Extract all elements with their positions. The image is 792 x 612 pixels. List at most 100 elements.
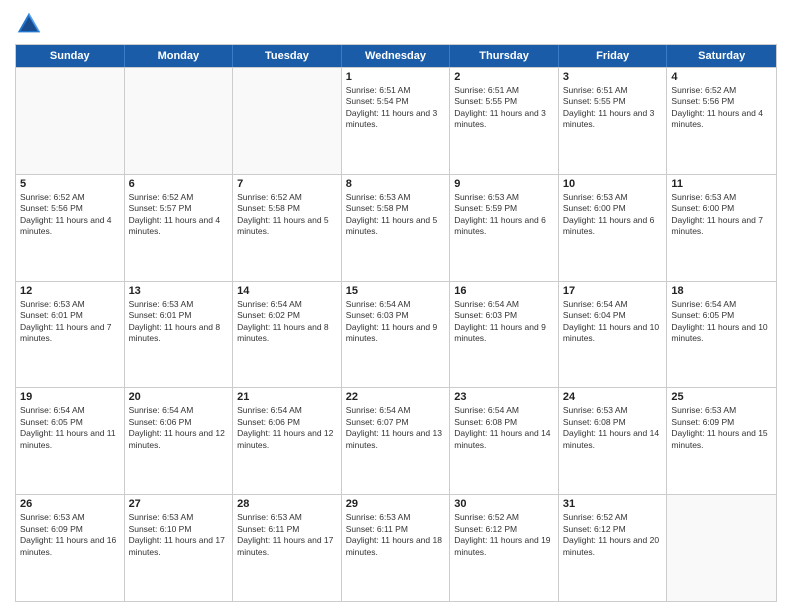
day-cell-28: 28Sunrise: 6:53 AM Sunset: 6:11 PM Dayli… [233, 495, 342, 601]
day-number: 21 [237, 391, 337, 403]
empty-cell [16, 68, 125, 174]
day-number: 17 [563, 285, 663, 297]
day-cell-14: 14 Sunrise: 6:54 AM Sunset: 6:02 PM Dayli… [233, 282, 342, 388]
day-cell-29: 29Sunrise: 6:53 AM Sunset: 6:11 PM Dayli… [342, 495, 451, 601]
day-cell-26: 26Sunrise: 6:53 AM Sunset: 6:09 PM Dayli… [16, 495, 125, 601]
header-day-wednesday: Wednesday [342, 45, 451, 67]
header-day-tuesday: Tuesday [233, 45, 342, 67]
day-number: 19 [20, 391, 120, 403]
header-day-sunday: Sunday [16, 45, 125, 67]
day-info: Sunrise: 6:53 AM Sunset: 6:01 PM Dayligh… [129, 299, 229, 345]
day-info: Sunrise: 6:53 AM Sunset: 5:59 PM Dayligh… [454, 192, 554, 238]
day-number: 7 [237, 178, 337, 190]
day-cell-24: 24 Sunrise: 6:53 AM Sunset: 6:08 PM Dayli… [559, 388, 668, 494]
day-info: Sunrise: 6:54 AM Sunset: 6:06 PM Dayligh… [237, 405, 337, 451]
day-info: Sunrise: 6:52 AM Sunset: 6:12 PM Dayligh… [454, 512, 554, 558]
header-day-friday: Friday [559, 45, 668, 67]
calendar-week-4: 19Sunrise: 6:54 AM Sunset: 6:05 PM Dayli… [16, 387, 776, 494]
day-number: 30 [454, 498, 554, 510]
empty-cell [233, 68, 342, 174]
empty-cell [667, 495, 776, 601]
day-cell-5: 5 Sunrise: 6:52 AM Sunset: 5:56 PM Daylig… [16, 175, 125, 281]
day-cell-6: 6 Sunrise: 6:52 AM Sunset: 5:57 PM Daylig… [125, 175, 234, 281]
day-cell-15: 15 Sunrise: 6:54 AM Sunset: 6:03 PM Dayli… [342, 282, 451, 388]
day-number: 16 [454, 285, 554, 297]
calendar-week-3: 12Sunrise: 6:53 AM Sunset: 6:01 PM Dayli… [16, 281, 776, 388]
day-info: Sunrise: 6:53 AM Sunset: 6:09 PM Dayligh… [671, 405, 772, 451]
day-number: 24 [563, 391, 663, 403]
day-cell-10: 10 Sunrise: 6:53 AM Sunset: 6:00 PM Dayli… [559, 175, 668, 281]
day-number: 4 [671, 71, 772, 83]
day-cell-20: 20Sunrise: 6:54 AM Sunset: 6:06 PM Dayli… [125, 388, 234, 494]
day-info: Sunrise: 6:54 AM Sunset: 6:08 PM Dayligh… [454, 405, 554, 451]
day-info: Sunrise: 6:52 AM Sunset: 6:12 PM Dayligh… [563, 512, 663, 558]
day-number: 22 [346, 391, 446, 403]
header-day-saturday: Saturday [667, 45, 776, 67]
day-number: 2 [454, 71, 554, 83]
day-info: Sunrise: 6:53 AM Sunset: 5:58 PM Dayligh… [346, 192, 446, 238]
day-number: 23 [454, 391, 554, 403]
day-cell-22: 22 Sunrise: 6:54 AM Sunset: 6:07 PM Dayli… [342, 388, 451, 494]
day-info: Sunrise: 6:52 AM Sunset: 5:56 PM Dayligh… [20, 192, 120, 238]
day-cell-23: 23 Sunrise: 6:54 AM Sunset: 6:08 PM Dayli… [450, 388, 559, 494]
day-info: Sunrise: 6:53 AM Sunset: 6:10 PM Dayligh… [129, 512, 229, 558]
day-cell-30: 30 Sunrise: 6:52 AM Sunset: 6:12 PM Dayli… [450, 495, 559, 601]
day-number: 13 [129, 285, 229, 297]
day-number: 20 [129, 391, 229, 403]
header [15, 10, 777, 38]
day-info: Sunrise: 6:53 AM Sunset: 6:11 PM Dayligh… [237, 512, 337, 558]
day-info: Sunrise: 6:51 AM Sunset: 5:54 PM Dayligh… [346, 85, 446, 131]
day-info: Sunrise: 6:52 AM Sunset: 5:57 PM Dayligh… [129, 192, 229, 238]
day-cell-16: 16 Sunrise: 6:54 AM Sunset: 6:03 PM Dayli… [450, 282, 559, 388]
day-number: 6 [129, 178, 229, 190]
calendar-week-5: 26Sunrise: 6:53 AM Sunset: 6:09 PM Dayli… [16, 494, 776, 601]
calendar: SundayMondayTuesdayWednesdayThursdayFrid… [15, 44, 777, 602]
day-info: Sunrise: 6:53 AM Sunset: 6:00 PM Dayligh… [671, 192, 772, 238]
day-number: 25 [671, 391, 772, 403]
day-info: Sunrise: 6:51 AM Sunset: 5:55 PM Dayligh… [563, 85, 663, 131]
day-number: 27 [129, 498, 229, 510]
day-info: Sunrise: 6:54 AM Sunset: 6:04 PM Dayligh… [563, 299, 663, 345]
day-cell-25: 25 Sunrise: 6:53 AM Sunset: 6:09 PM Dayli… [667, 388, 776, 494]
day-cell-4: 4 Sunrise: 6:52 AM Sunset: 5:56 PM Daylig… [667, 68, 776, 174]
day-number: 15 [346, 285, 446, 297]
day-cell-12: 12Sunrise: 6:53 AM Sunset: 6:01 PM Dayli… [16, 282, 125, 388]
day-cell-2: 2 Sunrise: 6:51 AM Sunset: 5:55 PM Daylig… [450, 68, 559, 174]
day-number: 10 [563, 178, 663, 190]
empty-cell [125, 68, 234, 174]
day-cell-11: 11 Sunrise: 6:53 AM Sunset: 6:00 PM Dayli… [667, 175, 776, 281]
day-number: 3 [563, 71, 663, 83]
calendar-week-2: 5 Sunrise: 6:52 AM Sunset: 5:56 PM Daylig… [16, 174, 776, 281]
day-cell-8: 8 Sunrise: 6:53 AM Sunset: 5:58 PM Daylig… [342, 175, 451, 281]
day-info: Sunrise: 6:53 AM Sunset: 6:08 PM Dayligh… [563, 405, 663, 451]
day-number: 18 [671, 285, 772, 297]
logo-icon [15, 10, 43, 38]
day-number: 9 [454, 178, 554, 190]
day-info: Sunrise: 6:51 AM Sunset: 5:55 PM Dayligh… [454, 85, 554, 131]
logo [15, 10, 47, 38]
day-info: Sunrise: 6:54 AM Sunset: 6:02 PM Dayligh… [237, 299, 337, 345]
day-info: Sunrise: 6:53 AM Sunset: 6:00 PM Dayligh… [563, 192, 663, 238]
day-info: Sunrise: 6:54 AM Sunset: 6:07 PM Dayligh… [346, 405, 446, 451]
day-number: 11 [671, 178, 772, 190]
day-cell-18: 18 Sunrise: 6:54 AM Sunset: 6:05 PM Dayli… [667, 282, 776, 388]
day-info: Sunrise: 6:52 AM Sunset: 5:56 PM Dayligh… [671, 85, 772, 131]
day-cell-31: 31 Sunrise: 6:52 AM Sunset: 6:12 PM Dayli… [559, 495, 668, 601]
day-number: 29 [346, 498, 446, 510]
calendar-body: 1Sunrise: 6:51 AM Sunset: 5:54 PM Daylig… [16, 67, 776, 601]
day-cell-1: 1Sunrise: 6:51 AM Sunset: 5:54 PM Daylig… [342, 68, 451, 174]
day-info: Sunrise: 6:52 AM Sunset: 5:58 PM Dayligh… [237, 192, 337, 238]
day-number: 5 [20, 178, 120, 190]
day-info: Sunrise: 6:54 AM Sunset: 6:05 PM Dayligh… [671, 299, 772, 345]
day-info: Sunrise: 6:53 AM Sunset: 6:01 PM Dayligh… [20, 299, 120, 345]
day-number: 8 [346, 178, 446, 190]
day-info: Sunrise: 6:54 AM Sunset: 6:03 PM Dayligh… [454, 299, 554, 345]
day-info: Sunrise: 6:54 AM Sunset: 6:03 PM Dayligh… [346, 299, 446, 345]
day-cell-9: 9 Sunrise: 6:53 AM Sunset: 5:59 PM Daylig… [450, 175, 559, 281]
day-number: 31 [563, 498, 663, 510]
day-cell-7: 7 Sunrise: 6:52 AM Sunset: 5:58 PM Daylig… [233, 175, 342, 281]
day-number: 14 [237, 285, 337, 297]
day-cell-21: 21 Sunrise: 6:54 AM Sunset: 6:06 PM Dayli… [233, 388, 342, 494]
day-cell-17: 17 Sunrise: 6:54 AM Sunset: 6:04 PM Dayli… [559, 282, 668, 388]
day-number: 26 [20, 498, 120, 510]
